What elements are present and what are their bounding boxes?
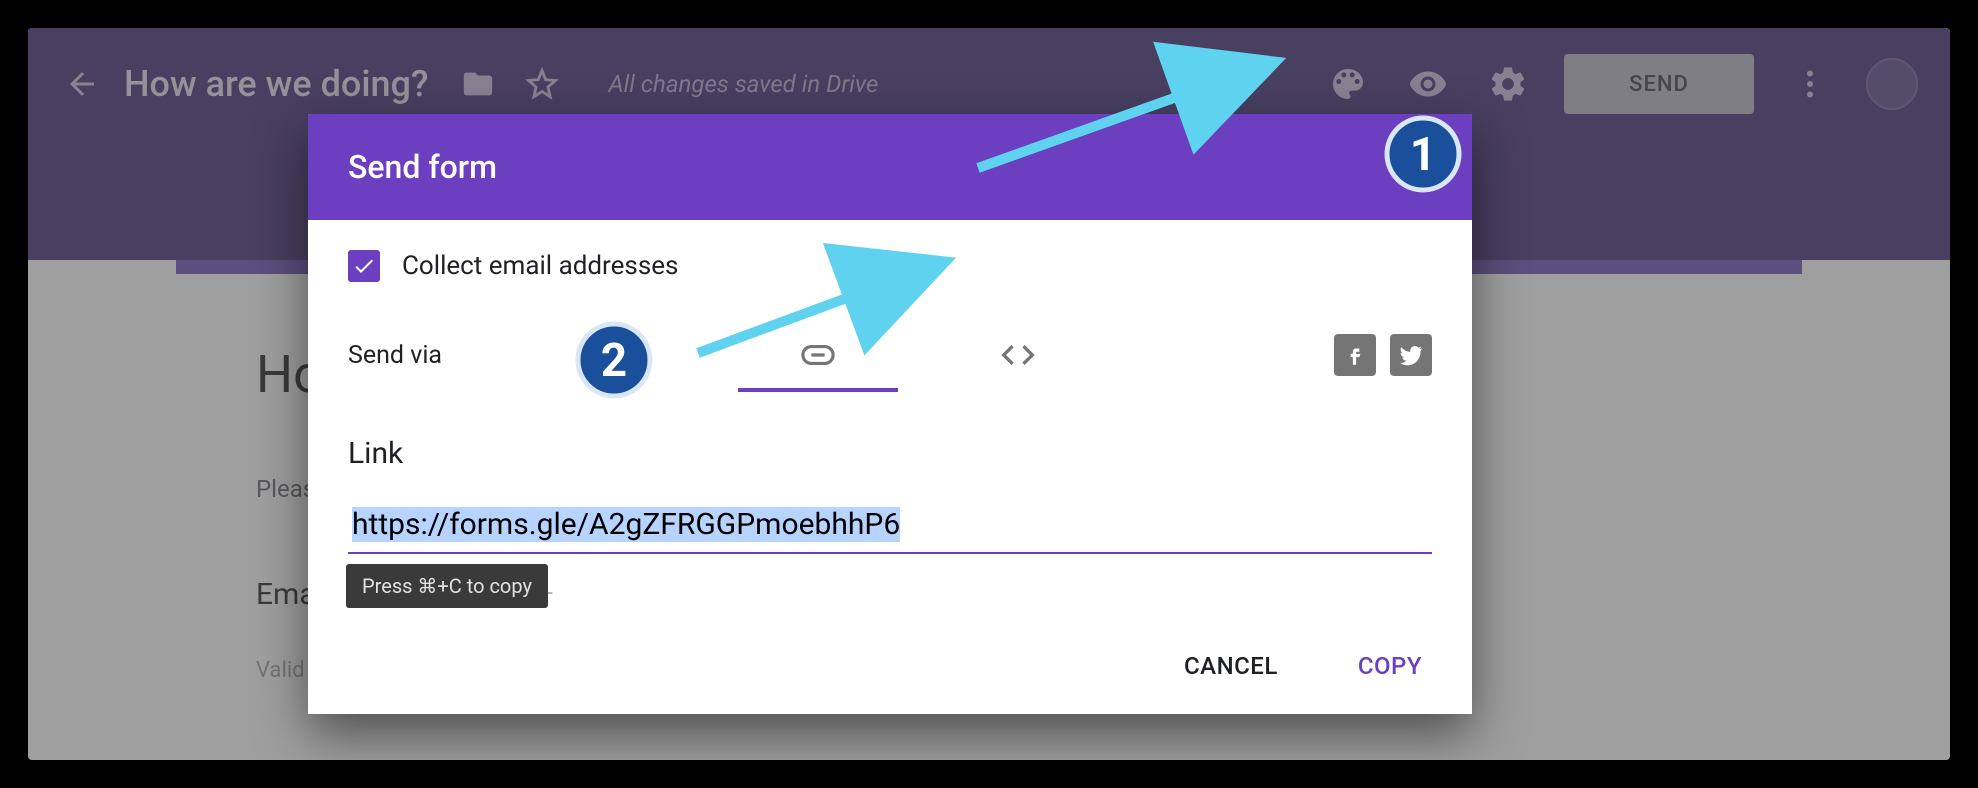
collect-emails-checkbox[interactable] — [348, 250, 380, 282]
send-via-link-tab[interactable] — [718, 324, 918, 386]
cancel-button[interactable]: CANCEL — [1174, 644, 1288, 688]
send-form-dialog: Send form Collect email addresses Send v… — [308, 114, 1472, 714]
dialog-title: Send form — [348, 148, 497, 186]
collect-emails-label: Collect email addresses — [402, 251, 678, 281]
copy-tooltip: Press ⌘+C to copy — [346, 564, 548, 608]
twitter-share-icon[interactable] — [1390, 334, 1432, 376]
copy-button[interactable]: COPY — [1348, 644, 1432, 688]
dialog-header: Send form — [308, 114, 1472, 220]
send-via-embed-tab[interactable] — [918, 324, 1118, 386]
send-via-tabs: Send via — [348, 324, 1432, 394]
link-section-title: Link — [348, 436, 1432, 471]
facebook-share-icon[interactable] — [1334, 334, 1376, 376]
link-input[interactable]: https://forms.gle/A2gZFRGGPmoebhhP6 — [348, 501, 1432, 554]
send-via-label: Send via — [348, 341, 518, 370]
send-via-email-tab[interactable] — [518, 324, 718, 386]
close-icon[interactable] — [1392, 147, 1432, 187]
